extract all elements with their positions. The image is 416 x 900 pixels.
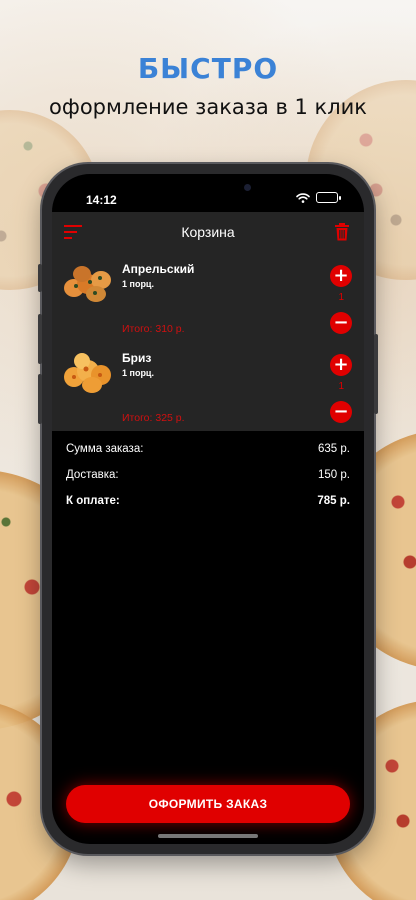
product-name: Бриз xyxy=(122,351,152,365)
summary-row-to-pay: К оплате: 785 р. xyxy=(66,495,350,507)
trash-icon[interactable] xyxy=(334,223,350,241)
promo-headline: БЫСТРО xyxy=(137,52,279,85)
status-icons xyxy=(296,192,341,203)
order-sum-label: Сумма заказа: xyxy=(66,443,144,455)
cart-item: Апрельский 1 порц. Итого: 310 р. + 1 − xyxy=(52,252,364,341)
home-indicator xyxy=(158,834,258,838)
status-time: 14:12 xyxy=(86,193,117,207)
order-sum-value: 635 р. xyxy=(318,443,350,455)
product-image xyxy=(62,347,112,397)
decrease-quantity-button[interactable]: − xyxy=(330,312,352,334)
phone-side-button xyxy=(374,334,378,414)
checkout-button[interactable]: ОФОРМИТЬ ЗАКАЗ xyxy=(66,785,350,823)
phone-side-button xyxy=(38,374,42,424)
quantity-value: 1 xyxy=(338,292,344,303)
quantity-value: 1 xyxy=(338,381,344,392)
to-pay-label: К оплате: xyxy=(66,495,120,507)
product-portion: 1 порц. xyxy=(122,368,154,378)
order-summary: Сумма заказа: 635 р. Доставка: 150 р. К … xyxy=(52,431,364,507)
product-name: Апрельский xyxy=(122,262,195,276)
phone-frame: 14:12 Корзина Апрельский 1 порц. Итого: … xyxy=(38,164,378,854)
cart-item: Бриз 1 порц. Итого: 325 р. + 1 − xyxy=(52,341,364,430)
delivery-label: Доставка: xyxy=(66,469,119,481)
promo-subline: оформление заказа в 1 клик xyxy=(49,95,367,119)
phone-screen: 14:12 Корзина Апрельский 1 порц. Итого: … xyxy=(52,174,364,844)
camera-icon xyxy=(244,184,251,191)
increase-quantity-button[interactable]: + xyxy=(330,354,352,376)
product-total: Итого: 310 р. xyxy=(122,323,185,335)
to-pay-value: 785 р. xyxy=(317,495,350,507)
cart-list: Апрельский 1 порц. Итого: 310 р. + 1 − Б… xyxy=(52,252,364,431)
summary-row-order-sum: Сумма заказа: 635 р. xyxy=(66,443,350,455)
delivery-value: 150 р. xyxy=(318,469,350,481)
status-bar: 14:12 xyxy=(52,174,364,210)
decrease-quantity-button[interactable]: − xyxy=(330,401,352,423)
product-image xyxy=(62,258,112,308)
phone-side-button xyxy=(38,314,42,364)
wifi-icon xyxy=(296,192,310,203)
summary-row-delivery: Доставка: 150 р. xyxy=(66,469,350,481)
app-bar: Корзина xyxy=(52,212,364,252)
increase-quantity-button[interactable]: + xyxy=(330,265,352,287)
page-title: Корзина xyxy=(181,224,235,240)
phone-side-button xyxy=(38,264,42,292)
menu-icon[interactable] xyxy=(64,224,84,240)
notch xyxy=(144,174,272,204)
product-total: Итого: 325 р. xyxy=(122,412,185,424)
battery-icon xyxy=(316,192,341,203)
product-portion: 1 порц. xyxy=(122,279,154,289)
